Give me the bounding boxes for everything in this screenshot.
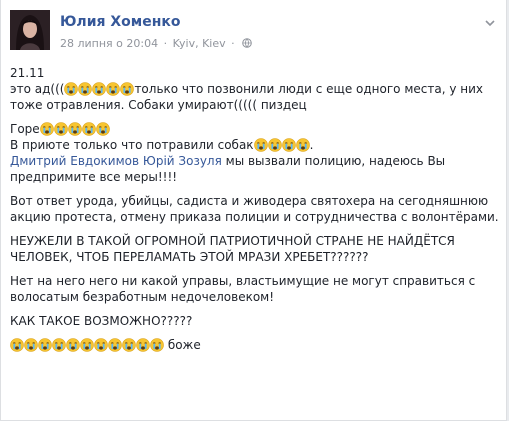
crying-emoji-icon — [122, 338, 136, 352]
post-paragraph-7: боже — [10, 337, 502, 353]
meta-separator: · — [231, 37, 235, 50]
crying-emoji-icon — [253, 138, 268, 152]
globe-icon[interactable] — [242, 38, 252, 48]
post-paragraph-4: НЕУЖЕЛИ В ТАКОЙ ОГРОМНОЙ ПАТРИОТИЧНОЙ СТ… — [10, 234, 455, 264]
crying-emoji-icon — [92, 82, 107, 96]
crying-emoji-icon — [94, 338, 108, 352]
post-body: 21.11 это ад(((только что позвонили люди… — [10, 65, 502, 353]
crying-emoji-icon — [150, 338, 164, 352]
mention-link[interactable]: Дмитрий Евдокимов — [10, 154, 139, 168]
crying-emoji-icon — [106, 82, 121, 96]
post-text: 21.11 — [10, 66, 45, 80]
post-paragraph-6: КАК ТАКОЕ ВОЗМОЖНО????? — [10, 314, 193, 328]
crying-emoji-icon — [81, 122, 96, 136]
post-paragraph-1: 21.11 это ад(((только что позвонили люди… — [10, 65, 502, 113]
crying-emoji-icon — [267, 138, 282, 152]
crying-emoji-icon — [52, 338, 66, 352]
crying-emoji-icon — [136, 338, 150, 352]
avatar[interactable] — [10, 10, 50, 50]
crying-emoji-icon — [78, 82, 93, 96]
crying-emoji-icon — [38, 338, 52, 352]
post-paragraph-5: Нет на него него ни какой управы, власть… — [10, 274, 476, 304]
crying-emoji-icon — [67, 122, 82, 136]
post-text: Горе — [10, 122, 40, 136]
post-paragraph-2: Горе В приюте только что потравили собак… — [10, 122, 446, 184]
post-text: В приюте только что потравили собак — [10, 138, 254, 152]
crying-emoji-icon — [281, 138, 296, 152]
crying-emoji-icon — [39, 122, 54, 136]
crying-emoji-icon — [24, 338, 38, 352]
crying-emoji-icon — [120, 82, 135, 96]
post-location[interactable]: Kyiv, Kiev — [173, 37, 226, 50]
crying-emoji-icon — [295, 138, 310, 152]
crying-emoji-icon — [95, 122, 110, 136]
post-text: это ад((( — [10, 82, 65, 96]
post-card: Юлия Хоменко 28 липня о 20:04 · Kyiv, Ki… — [0, 0, 507, 421]
chevron-down-icon[interactable] — [484, 14, 496, 27]
post-text: боже — [164, 338, 201, 352]
crying-emoji-icon — [66, 338, 80, 352]
crying-emoji-icon — [53, 122, 68, 136]
crying-emoji-icon — [80, 338, 94, 352]
post-meta: 28 липня о 20:04 · Kyiv, Kiev · — [60, 37, 252, 50]
crying-emoji-icon — [64, 82, 79, 96]
author-name[interactable]: Юлия Хоменко — [60, 14, 181, 30]
crying-emoji-icon — [108, 338, 122, 352]
meta-separator: · — [163, 37, 168, 50]
post-paragraph-3: Вот ответ урода, убийцы, садиста и живод… — [10, 194, 499, 224]
crying-emoji-icon — [10, 338, 24, 352]
mention-link[interactable]: Юрій Зозуля — [143, 154, 222, 168]
post-date[interactable]: 28 липня о 20:04 — [60, 37, 158, 50]
